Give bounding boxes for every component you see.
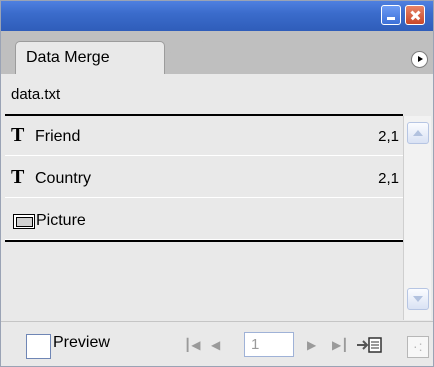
text-field-icon: T	[11, 166, 25, 188]
minimize-icon[interactable]	[381, 5, 401, 25]
field-label: Friend	[35, 128, 81, 145]
preview-label: Preview	[53, 334, 110, 351]
tab-data-merge[interactable]: Data Merge	[15, 41, 165, 74]
field-value: 2,1	[378, 170, 399, 187]
create-merged-document-icon[interactable]	[356, 335, 382, 355]
record-number-value: 1	[251, 336, 260, 353]
field-row-country[interactable]: T Country 2,1	[5, 158, 403, 198]
panel-menu-icon[interactable]	[411, 51, 428, 68]
vertical-scrollbar[interactable]	[403, 116, 431, 320]
previous-record-icon[interactable]: ◀	[211, 339, 220, 351]
scroll-up-icon[interactable]	[407, 122, 429, 144]
field-label: Country	[35, 170, 92, 187]
resize-grip-icon[interactable]	[407, 336, 429, 358]
divider	[5, 240, 403, 242]
preview-checkbox[interactable]	[26, 334, 51, 359]
record-number-input[interactable]: 1	[244, 332, 294, 357]
text-field-icon: T	[11, 124, 25, 146]
data-source-filename: data.txt	[11, 86, 61, 103]
data-merge-panel: Data Merge data.txt T Friend 2,1 T Count…	[0, 0, 434, 367]
data-source-row: data.txt	[1, 74, 433, 114]
footer-bar: Preview ┃◀ ◀ 1 ▶ ▶┃	[1, 321, 433, 366]
field-list: T Friend 2,1 T Country 2,1 Picture	[5, 116, 403, 283]
tab-strip: Data Merge	[1, 31, 433, 74]
image-field-icon	[13, 214, 35, 229]
first-record-icon[interactable]: ┃◀	[184, 339, 200, 351]
last-record-icon[interactable]: ▶┃	[332, 339, 348, 351]
field-row-picture[interactable]: Picture	[5, 200, 403, 240]
field-label: Picture	[36, 212, 86, 229]
tab-label: Data Merge	[26, 49, 110, 66]
field-row-friend[interactable]: T Friend 2,1	[5, 116, 403, 156]
field-value: 2,1	[378, 128, 399, 145]
tab-strip-shape	[164, 41, 433, 74]
next-record-icon[interactable]: ▶	[307, 339, 316, 351]
scroll-down-icon[interactable]	[407, 288, 429, 310]
close-icon[interactable]	[405, 5, 425, 25]
title-bar	[1, 1, 433, 31]
